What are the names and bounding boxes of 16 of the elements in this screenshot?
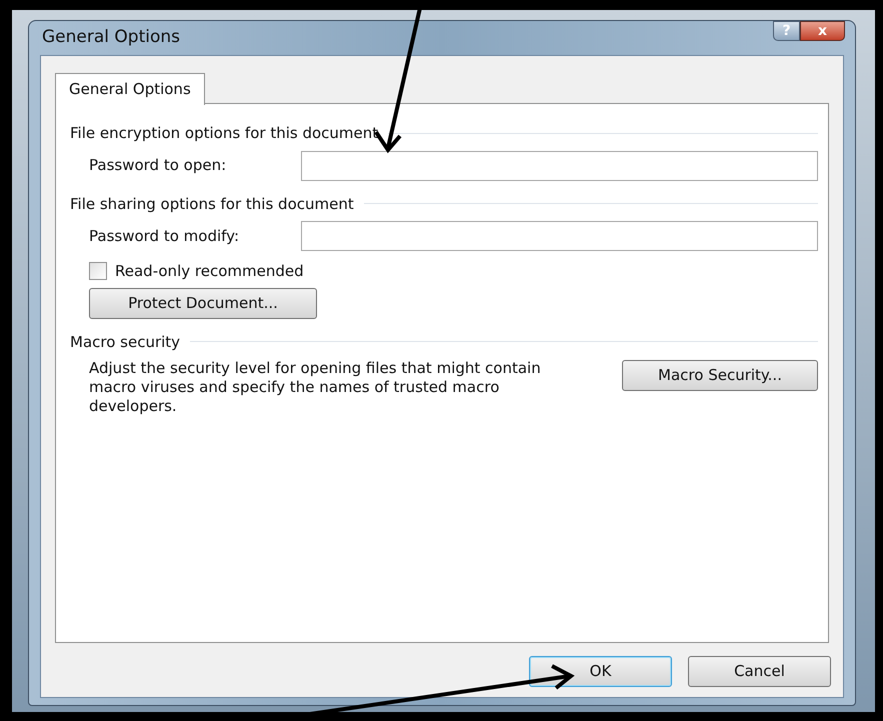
description-text: Adjust the security level for opening files that might contain macro viruses and specify the names of trusted macro developers.: [89, 359, 542, 416]
section-heading: File sharing options for this document: [70, 194, 354, 214]
protect-document-button[interactable]: Protect Document...: [89, 288, 317, 318]
field-label: Password to modify:: [89, 226, 240, 247]
macro-security-button[interactable]: Macro Security...: [622, 360, 818, 391]
cancel-button[interactable]: Cancel: [688, 656, 831, 687]
password-field[interactable]: [301, 221, 818, 251]
tab[interactable]: General Options: [55, 73, 205, 105]
ok-button[interactable]: OK: [529, 656, 672, 687]
field-label: Password to open:: [89, 155, 228, 176]
section-heading: File encryption options for this document: [70, 123, 378, 144]
checkbox[interactable]: [89, 262, 107, 280]
window-title: General Options: [42, 26, 180, 50]
section-heading: Macro security: [70, 332, 180, 352]
checkbox-label: Read-only recommended: [115, 261, 304, 282]
password-field[interactable]: [301, 150, 818, 180]
